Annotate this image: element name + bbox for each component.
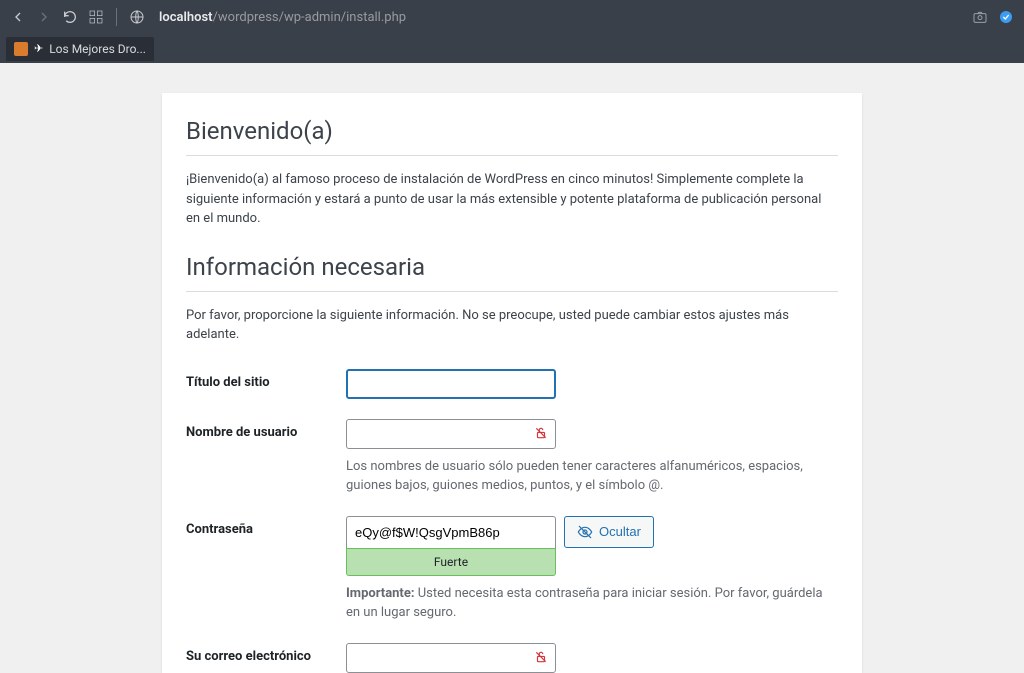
site-title-input[interactable]	[346, 369, 556, 399]
globe-icon[interactable]	[129, 9, 145, 25]
browser-toolbar: localhost/wordpress/wp-admin/install.php	[0, 0, 1024, 34]
site-title-row: Título del sitio	[186, 369, 838, 399]
tab-favicon-icon	[14, 42, 28, 56]
password-row: Contraseña Fuerte Ocultar Importante: Us…	[186, 516, 838, 623]
install-box: Bienvenido(a) ¡Bienvenido(a) al famoso p…	[162, 93, 862, 673]
email-row: Su correo electrónico	[186, 643, 838, 673]
reload-icon[interactable]	[62, 9, 78, 25]
camera-icon[interactable]	[972, 9, 988, 25]
grid-icon[interactable]	[88, 9, 104, 25]
hide-btn-label: Ocultar	[599, 524, 641, 539]
email-label: Su correo electrónico	[186, 643, 346, 664]
browser-tab[interactable]: ✈ Los Mejores Dro...	[6, 37, 154, 61]
important-label: Importante:	[346, 586, 415, 601]
shield-check-icon[interactable]	[998, 9, 1014, 25]
content-area: Bienvenido(a) ¡Bienvenido(a) al famoso p…	[0, 63, 1024, 673]
username-input[interactable]	[346, 419, 556, 449]
info-text: Por favor, proporcione la siguiente info…	[186, 306, 838, 345]
info-heading: Información necesaria	[186, 253, 838, 292]
site-title-label: Título del sitio	[186, 369, 346, 390]
lock-icon	[534, 650, 548, 668]
welcome-heading: Bienvenido(a)	[186, 117, 838, 156]
tab-bar: ✈ Los Mejores Dro...	[0, 34, 1024, 63]
back-icon[interactable]	[10, 9, 26, 25]
url-domain: localhost	[159, 10, 213, 25]
plane-icon: ✈	[34, 42, 43, 55]
lock-icon	[534, 426, 548, 444]
username-description: Los nombres de usuario sólo pueden tener…	[346, 457, 838, 496]
url-bar[interactable]: localhost/wordpress/wp-admin/install.php	[155, 10, 962, 25]
password-strength-meter: Fuerte	[346, 548, 556, 576]
url-path: /wordpress/wp-admin/install.php	[213, 10, 406, 25]
eye-slash-icon	[577, 524, 593, 540]
toolbar-divider	[116, 8, 117, 26]
password-label: Contraseña	[186, 516, 346, 537]
tab-title: Los Mejores Dro...	[49, 42, 146, 56]
welcome-text: ¡Bienvenido(a) al famoso proceso de inst…	[186, 170, 838, 229]
password-important: Importante: Usted necesita esta contrase…	[346, 584, 838, 623]
forward-icon[interactable]	[36, 9, 52, 25]
username-label: Nombre de usuario	[186, 419, 346, 440]
important-text: Usted necesita esta contraseña para inic…	[346, 586, 823, 621]
password-input[interactable]	[346, 516, 556, 548]
username-row: Nombre de usuario Los nombres de usuario…	[186, 419, 838, 496]
email-input[interactable]	[346, 643, 556, 673]
hide-password-button[interactable]: Ocultar	[564, 516, 654, 548]
